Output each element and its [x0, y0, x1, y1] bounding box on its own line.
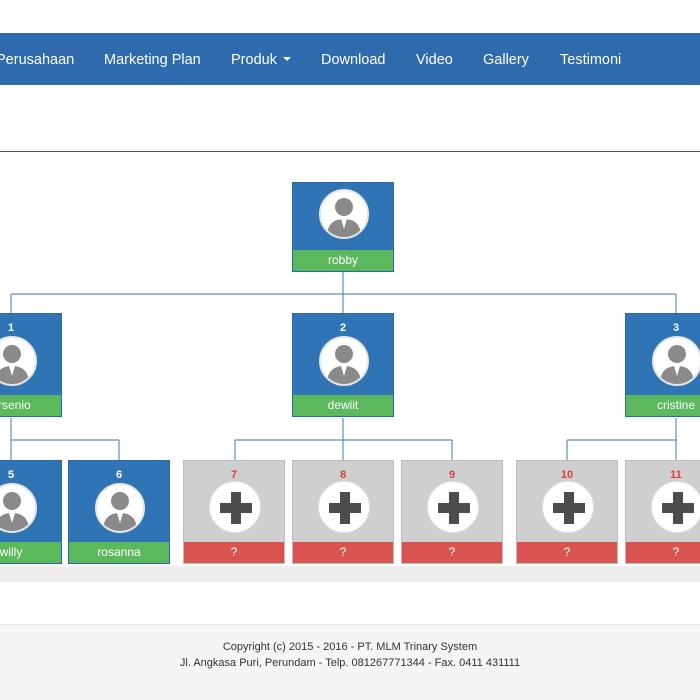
tree-node-7-empty-slot[interactable]: 7 ?: [183, 460, 285, 564]
add-member-plus-icon: [542, 481, 594, 533]
tree-node-1[interactable]: 1 arsenio: [0, 313, 62, 417]
node-number: 7: [230, 469, 238, 481]
add-member-plus-icon: [651, 481, 700, 533]
add-member-plus-icon: [209, 481, 261, 533]
add-member-plus-icon: [318, 481, 370, 533]
user-avatar-icon: [95, 483, 145, 533]
tree-node-6[interactable]: 6 rosanna: [68, 460, 170, 564]
node-number: 8: [339, 469, 347, 481]
member-name: rosanna: [69, 542, 169, 563]
member-name: dewiit: [293, 395, 393, 416]
node-number: 1: [7, 322, 15, 334]
member-name: cristine: [626, 395, 700, 416]
footer-address: Jl. Angkasa Puri, Perundam - Telp. 08126…: [179, 657, 521, 669]
tree-node-3[interactable]: 3 cristine: [625, 313, 700, 417]
node-number: 11: [670, 469, 682, 481]
add-member-plus-icon: [427, 481, 479, 533]
empty-slot-label: ?: [293, 542, 393, 563]
caret-down-icon: [282, 57, 291, 62]
user-avatar-icon: [652, 336, 700, 386]
user-avatar-icon: [319, 189, 369, 239]
page: Perusahaan Marketing Plan Produk Downloa…: [0, 0, 700, 700]
node-number: 9: [448, 469, 456, 481]
footer: Copyright (c) 2015 - 2016 - PT. MLM Trin…: [0, 624, 700, 700]
nav-gallery[interactable]: Gallery: [483, 33, 529, 85]
empty-slot-label: ?: [184, 542, 284, 563]
tree-bottom-band: [0, 566, 700, 582]
tree-node-8-empty-slot[interactable]: 8 ?: [292, 460, 394, 564]
nav-marketing-plan[interactable]: Marketing Plan: [104, 33, 201, 85]
node-number: 3: [672, 322, 680, 334]
empty-slot-label: ?: [626, 542, 700, 563]
nav-perusahaan[interactable]: Perusahaan: [0, 33, 74, 85]
tree-node-11-empty-slot[interactable]: 11 ?: [625, 460, 700, 564]
tree-node-2[interactable]: 2 dewiit: [292, 313, 394, 417]
user-avatar-icon: [0, 336, 37, 386]
tree-node-root[interactable]: robby: [292, 182, 394, 272]
nav-testimoni[interactable]: Testimoni: [560, 33, 621, 85]
member-name: willy: [0, 542, 61, 563]
tree-node-9-empty-slot[interactable]: 9 ?: [401, 460, 503, 564]
user-avatar-icon: [0, 483, 37, 533]
tree-node-5[interactable]: 5 willy: [0, 460, 62, 564]
nav-download[interactable]: Download: [321, 33, 386, 85]
navbar: Perusahaan Marketing Plan Produk Downloa…: [0, 33, 700, 85]
member-name: arsenio: [0, 395, 61, 416]
member-name: robby: [293, 250, 393, 271]
nav-video[interactable]: Video: [416, 33, 453, 85]
node-number: 5: [7, 469, 15, 481]
node-number: 6: [115, 469, 123, 481]
user-avatar-icon: [319, 336, 369, 386]
nav-produk-label: Produk: [231, 52, 277, 68]
tree-node-10-empty-slot[interactable]: 10 ?: [516, 460, 618, 564]
empty-slot-label: ?: [517, 542, 617, 563]
node-number: 2: [339, 322, 347, 334]
footer-copyright: Copyright (c) 2015 - 2016 - PT. MLM Trin…: [222, 641, 478, 653]
node-number: 10: [560, 469, 574, 481]
nav-produk-dropdown[interactable]: Produk: [231, 33, 291, 85]
empty-slot-label: ?: [402, 542, 502, 563]
